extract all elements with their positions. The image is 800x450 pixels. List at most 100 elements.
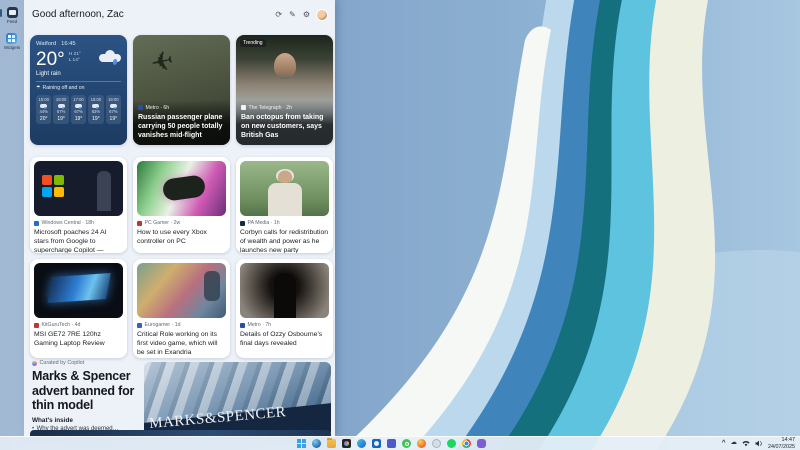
curated-title: Marks & Spencer advert banned for thin m… (32, 369, 144, 413)
settings-icon[interactable]: ⚙ (303, 11, 310, 19)
rail-item-widgets[interactable]: Widgets (4, 33, 20, 50)
photos-icon[interactable] (342, 439, 351, 448)
taskbar-icons (297, 437, 486, 450)
news-meta: PA Media · 1h (248, 220, 280, 226)
weather-time: 16:45 (61, 41, 76, 47)
weather-alert: Raining off and on (42, 85, 84, 91)
news-headline: Corbyn calls for redistribution of wealt… (240, 228, 329, 253)
panel-header: Good afternoon, Zac ⟳ ✎ ⚙ (32, 7, 327, 22)
cloud-rain-icon (99, 50, 121, 63)
news-image (137, 263, 226, 318)
news-card-british-gas[interactable]: Trending The Telegraph · 2h Ban octopus … (236, 35, 333, 145)
spotify-icon[interactable] (447, 439, 456, 448)
rain-icon (92, 104, 99, 108)
source-favicon (241, 105, 246, 110)
profile-avatar[interactable] (317, 10, 327, 20)
weather-condition: Light rain (36, 71, 121, 77)
onedrive-icon[interactable]: ☁ (731, 440, 738, 447)
news-card-corbyn[interactable]: PA Media · 1h Corbyn calls for redistrib… (236, 157, 333, 253)
trending-badge: Trending (240, 39, 266, 47)
refresh-icon[interactable]: ⟳ (275, 11, 282, 19)
chrome-icon[interactable] (462, 439, 471, 448)
source-favicon (137, 323, 142, 328)
news-card-plane[interactable]: ✈ Metro · 6h Russian passenger plane car… (133, 35, 230, 145)
news-headline: Russian passenger plane carrying 50 peop… (138, 113, 225, 140)
volume-icon[interactable] (755, 440, 763, 447)
hourly-slot: 15:00 44%20° (36, 95, 51, 124)
curated-story[interactable]: Curated by Copilot Marks & Spencer adver… (32, 360, 144, 433)
source-favicon (240, 323, 245, 328)
outlook-icon[interactable] (372, 439, 381, 448)
header-icons: ⟳ ✎ ⚙ (275, 10, 327, 20)
news-headline: Microsoft poaches 24 AI stars from Googl… (34, 228, 123, 253)
divider (36, 81, 121, 82)
feed-icon (7, 7, 18, 18)
weather-location: Watford (36, 41, 56, 47)
source-favicon (240, 221, 245, 226)
steam-icon[interactable] (432, 439, 441, 448)
news-card-ozzy[interactable]: Metro · 7h Details of Ozzy Osbourne's fi… (236, 259, 333, 358)
news-meta: Metro · 6h (146, 105, 170, 111)
weather-high: H 21° (69, 52, 81, 57)
news-image (137, 161, 226, 216)
greeting-text: Good afternoon, Zac (32, 9, 124, 20)
news-card-msi[interactable]: KitGuruTech · 4d MSI GE72 7RE 120hz Gami… (30, 259, 127, 358)
teams-icon[interactable] (387, 439, 396, 448)
source-favicon (138, 105, 143, 110)
rail-item-label: Feed (7, 19, 17, 24)
umbrella-icon: ☂ (36, 85, 40, 91)
news-card-microsoft[interactable]: Windows Central · 18h Microsoft poaches … (30, 157, 127, 253)
hourly-slot: 16:00 67%19° (53, 95, 68, 124)
discord-icon[interactable] (477, 439, 486, 448)
chevron-up-icon[interactable]: ^ (722, 440, 726, 447)
taskbar-clock[interactable]: 14:47 24/07/2025 (768, 437, 795, 450)
clock-date: 24/07/2025 (768, 444, 795, 450)
rail-item-feed[interactable]: Feed (7, 7, 18, 24)
news-image (240, 263, 329, 318)
news-meta: Windows Central · 18h (42, 220, 94, 226)
news-meta: The Telegraph · 2h (249, 105, 292, 111)
hourly-forecast: 15:00 44%20° 16:00 67%19° 17:00 67%19° 1… (36, 95, 121, 124)
source-favicon (34, 323, 39, 328)
start-icon[interactable] (297, 439, 306, 448)
selected-indicator (0, 9, 2, 17)
curated-story-image[interactable]: MARKS&SPENCER (144, 362, 331, 437)
whats-inside-label: What's inside (32, 417, 144, 424)
wifi-icon[interactable] (742, 440, 750, 447)
widgets-left-rail: Feed Widgets (0, 0, 24, 437)
airplane-image: ✈ (148, 45, 177, 80)
copilot-icon (32, 361, 37, 366)
file-explorer-icon[interactable] (327, 439, 336, 448)
widgets-icon (6, 33, 17, 44)
rain-icon (110, 104, 117, 108)
desktop: Feed Widgets Good afternoon, Zac ⟳ ✎ ⚙ W… (0, 0, 800, 450)
news-card-critical-role[interactable]: Eurogamer · 1d Critical Role working on … (133, 259, 230, 358)
news-headline: MSI GE72 7RE 120hz Gaming Laptop Review (34, 330, 123, 348)
news-meta: KitGuruTech · 4d (42, 322, 81, 328)
news-image (240, 161, 329, 216)
hourly-slot: 18:00 63%19° (88, 95, 103, 124)
copilot-taskbar-icon[interactable] (312, 439, 321, 448)
news-meta: PC Gamer · 2w (145, 220, 181, 226)
source-favicon (137, 221, 142, 226)
rain-icon (40, 104, 47, 108)
widgets-panel: Good afternoon, Zac ⟳ ✎ ⚙ Watford 16:45 … (24, 0, 335, 437)
firefox-icon[interactable] (417, 439, 426, 448)
rain-icon (58, 104, 65, 108)
curated-label: Curated by Copilot (40, 360, 85, 366)
news-meta: Eurogamer · 1d (145, 322, 181, 328)
hourly-slot: 19:00 67%19° (106, 95, 121, 124)
news-image (34, 263, 123, 318)
whatsapp-icon[interactable] (402, 439, 411, 448)
news-headline: How to use every Xbox controller on PC (137, 228, 226, 246)
edit-icon[interactable]: ✎ (289, 11, 296, 19)
news-headline: Ban octopus from taking on new customers… (241, 113, 328, 140)
system-tray: ^ ☁ 14:47 24/07/2025 (722, 437, 795, 450)
news-card-xbox[interactable]: PC Gamer · 2w How to use every Xbox cont… (133, 157, 230, 253)
weather-widget[interactable]: Watford 16:45 20° H 21° L 14° Light rain… (30, 35, 127, 145)
portrait-image (274, 53, 296, 79)
edge-icon[interactable] (357, 439, 366, 448)
news-headline: Details of Ozzy Osbourne's final days re… (240, 330, 329, 348)
rain-icon (75, 104, 82, 108)
rail-item-label: Widgets (4, 45, 20, 50)
